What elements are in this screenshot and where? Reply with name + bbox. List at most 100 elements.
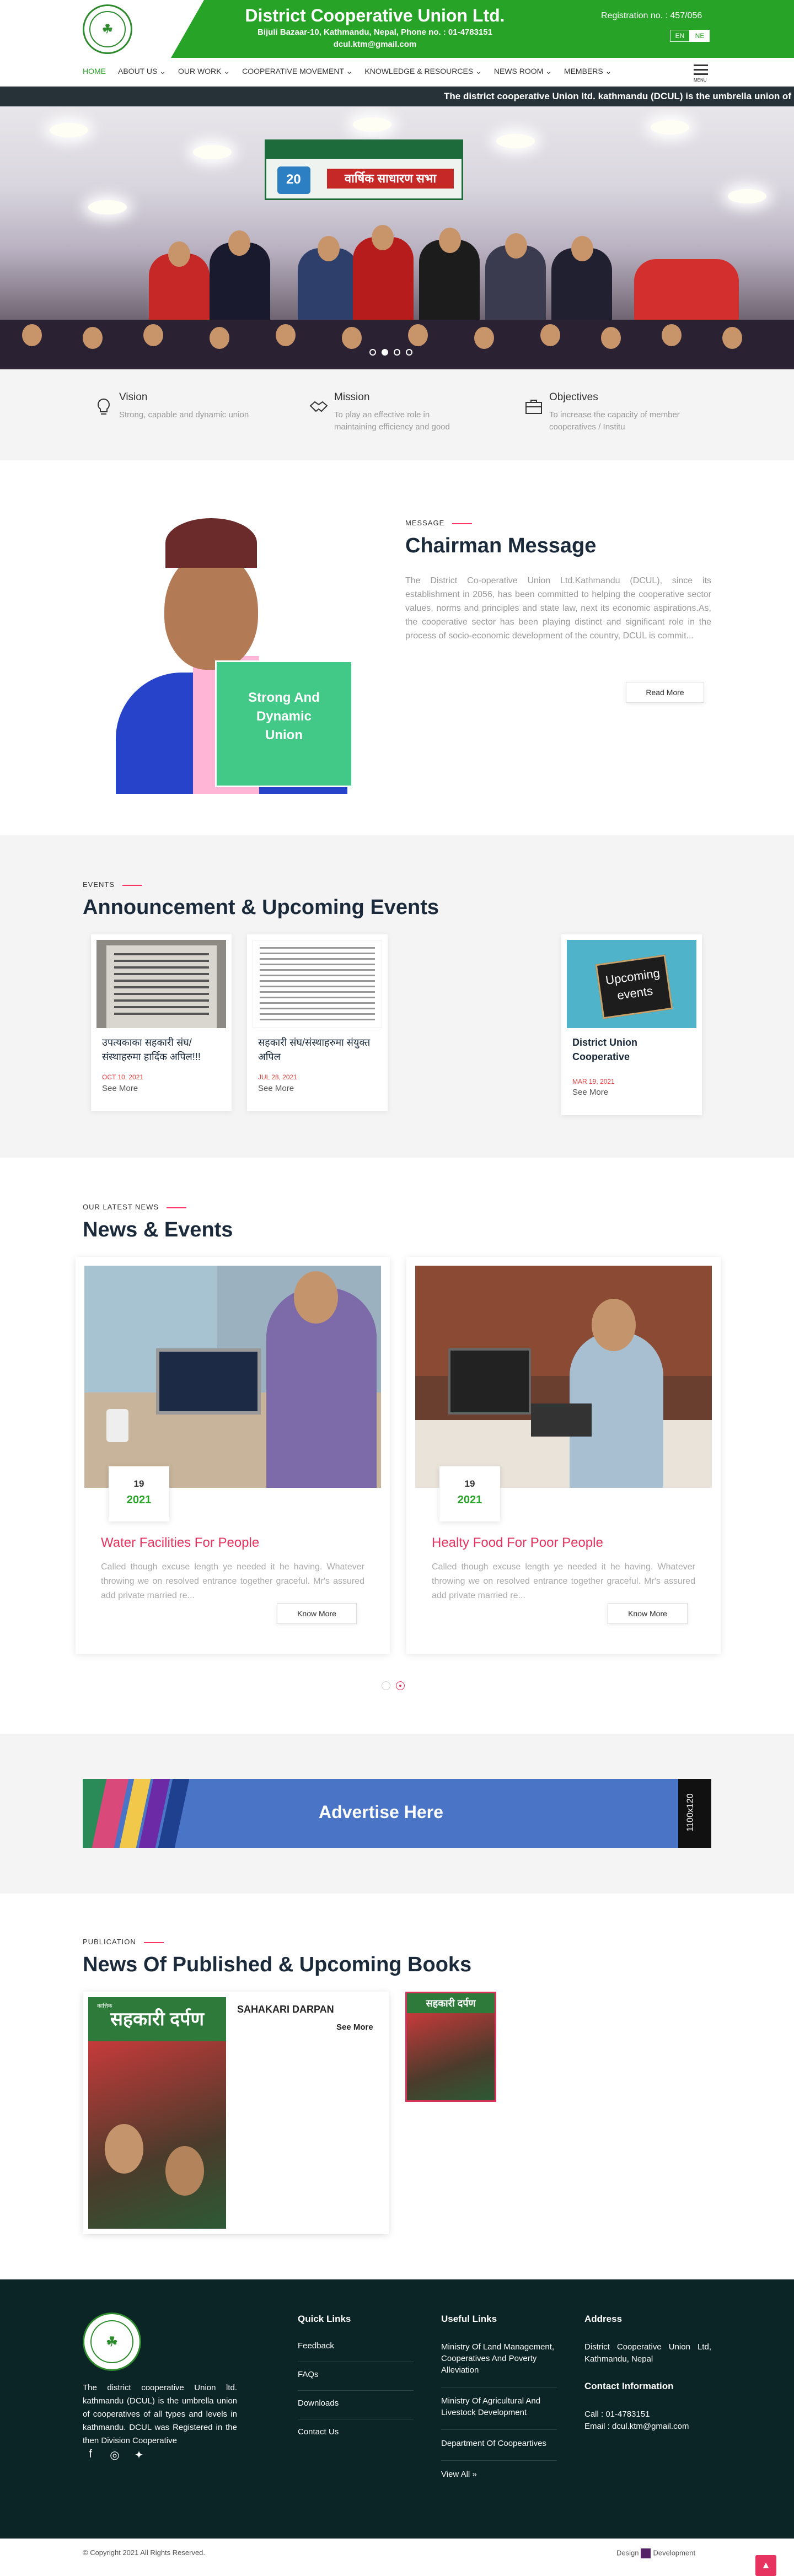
slider-dot-active[interactable] — [382, 349, 388, 356]
ceiling-light — [353, 117, 391, 132]
twitter-icon[interactable]: ✦ — [131, 2448, 147, 2464]
quick-links-title: Quick Links — [298, 2314, 351, 2324]
copyright-text: © Copyright 2021 All Rights Reserved. — [83, 2548, 206, 2557]
section-title: Chairman Message — [405, 534, 597, 557]
chairman-photo: Strong And Dynamic Union — [83, 518, 369, 794]
vision-title: Vision — [119, 391, 148, 403]
footer-link-ministry-agriculture[interactable]: Ministry Of Agricultural And Livestock D… — [441, 2395, 557, 2430]
news-card[interactable]: 19 2021 Water Facilities For People Calle… — [76, 1257, 390, 1654]
chairman-message-section: Strong And Dynamic Union MESSAGE Chairman … — [0, 460, 794, 835]
news-title[interactable]: Healty Food For Poor People — [432, 1535, 603, 1551]
see-more-link[interactable]: See More — [572, 1088, 608, 1097]
site-title: District Cooperative Union Ltd. — [245, 6, 505, 25]
nav-item-our-work[interactable]: OUR WORK ⌄ — [178, 67, 230, 76]
nav-item-members[interactable]: MEMBERS ⌄ — [564, 67, 611, 76]
ceiling-light — [496, 134, 535, 148]
site-address: Bijuli Bazaar-10, Kathmandu, Nepal, Phon… — [257, 28, 492, 37]
slider-dot[interactable] — [369, 349, 376, 356]
publication-name: SAHAKARI DARPAN — [237, 2004, 334, 2015]
slider-dots — [369, 349, 412, 356]
event-date: MAR 19, 2021 — [572, 1078, 615, 1085]
ceiling-light — [88, 200, 127, 214]
developer-logo-icon[interactable] — [641, 2548, 651, 2558]
chevron-down-icon: ⌄ — [223, 67, 230, 76]
news-excerpt: Called though excuse length ye needed it… — [101, 1562, 364, 1600]
instagram-icon[interactable]: ◎ — [107, 2448, 122, 2464]
news-date: 19 2021 — [109, 1466, 169, 1521]
social-links: f ◎ ✦ — [83, 2448, 147, 2464]
footer-link-department[interactable]: Department Of Coopeartives — [441, 2438, 557, 2461]
event-date: OCT 10, 2021 — [102, 1073, 144, 1081]
briefcase-icon — [525, 400, 542, 414]
objectives-title: Objectives — [549, 391, 598, 403]
publication-thumbnail[interactable]: सहकारी दर्पण — [405, 1992, 496, 2102]
publication-card[interactable]: सहकारी दर्पण कात्तिक SAHAKARI DARPAN See… — [83, 1992, 389, 2234]
view-all-link[interactable]: View All » — [441, 2469, 557, 2491]
event-title[interactable]: उपत्यकाका सहकारी संघ/संस्थाहरुमा हार्दिक… — [102, 1035, 223, 1064]
lang-en-button[interactable]: EN — [670, 30, 690, 42]
news-title[interactable]: Water Facilities For People — [101, 1535, 259, 1551]
event-title[interactable]: सहकारी संघ/संस्थाहरुमा संयुक्त अपिल — [258, 1035, 379, 1064]
event-title[interactable]: District Union Cooperative — [572, 1035, 694, 1064]
news-card[interactable]: 19 2021 Healty Food For Poor People Calle… — [406, 1257, 721, 1654]
hamburger-menu-icon[interactable]: MENU — [694, 64, 708, 83]
scroll-to-top-button[interactable]: ▲ — [755, 2555, 776, 2576]
ticker-text[interactable]: The district cooperative Union ltd. kath… — [444, 91, 794, 102]
slider-dot[interactable] — [382, 1681, 390, 1690]
site-logo[interactable]: ☘ — [83, 4, 132, 54]
copyright-bar: © Copyright 2021 All Rights Reserved. De… — [0, 2539, 794, 2576]
footer-link-feedback[interactable]: Feedback — [298, 2341, 414, 2362]
handshake-icon — [309, 401, 328, 412]
address-title: Address — [584, 2314, 623, 2324]
nav-item-news-room[interactable]: NEWS ROOM ⌄ — [494, 67, 552, 76]
see-more-link[interactable]: See More — [102, 1084, 138, 1093]
slider-dot-active[interactable] — [396, 1681, 405, 1690]
chevron-down-icon: ⌄ — [605, 67, 612, 76]
event-image — [253, 940, 382, 1028]
event-card[interactable]: Upcoming events District Union Cooperativ… — [561, 934, 702, 1115]
footer-link-downloads[interactable]: Downloads — [298, 2398, 414, 2419]
ceiling-light — [651, 120, 689, 135]
see-more-link[interactable]: See More — [258, 1084, 294, 1093]
mission-text: To play an effective role in maintaining… — [334, 410, 450, 432]
site-header: ☘ District Cooperative Union Ltd. Bijuli… — [0, 0, 794, 58]
read-more-button[interactable]: Read More — [626, 682, 704, 703]
main-navigation: HOME ABOUT US ⌄ OUR WORK ⌄ COOPERATIVE M… — [0, 58, 794, 87]
footer-link-faqs[interactable]: FAQs — [298, 2370, 414, 2391]
footer-link-ministry-land[interactable]: Ministry Of Land Management, Cooperative… — [441, 2341, 557, 2387]
footer-link-contact[interactable]: Contact Us — [298, 2427, 414, 2448]
registration-number: Registration no. : 457/056 — [601, 11, 702, 20]
event-card[interactable]: सहकारी संघ/संस्थाहरुमा संयुक्त अपिल JUL … — [247, 934, 388, 1111]
nav-item-home[interactable]: HOME — [83, 67, 106, 76]
ceiling-light — [193, 145, 232, 159]
know-more-button[interactable]: Know More — [277, 1603, 357, 1624]
advertisement-banner[interactable]: Advertise Here 1100x120 — [83, 1779, 711, 1848]
vision-mission-objectives: Vision Strong, capable and dynamic union… — [0, 369, 794, 460]
slider-dot[interactable] — [394, 349, 400, 356]
section-tag: PUBLICATION — [83, 1938, 164, 1946]
footer-email[interactable]: Email : dcul.ktm@gmail.com — [584, 2421, 711, 2433]
site-footer: ☘ The district cooperative Union ltd. ka… — [0, 2279, 794, 2539]
site-email[interactable]: dcul.ktm@gmail.com — [221, 40, 529, 49]
logo-emblem: ☘ — [89, 11, 126, 47]
see-more-link[interactable]: See More — [336, 2023, 373, 2032]
ceiling-light — [728, 189, 766, 203]
nav-item-cooperative-movement[interactable]: COOPERATIVE MOVEMENT ⌄ — [242, 67, 352, 76]
facebook-icon[interactable]: f — [83, 2448, 98, 2464]
section-tag: MESSAGE — [405, 519, 472, 527]
news-image — [84, 1266, 381, 1488]
lang-ne-button[interactable]: NE — [690, 30, 710, 42]
advertisement-section: Advertise Here 1100x120 — [0, 1734, 794, 1894]
chevron-down-icon: ⌄ — [545, 67, 552, 76]
publication-section: PUBLICATION News Of Published & Upcoming… — [0, 1894, 794, 2279]
footer-phone[interactable]: Call : 01-4783151 — [584, 2408, 711, 2421]
nav-item-knowledge-resources[interactable]: KNOWLEDGE & RESOURCES ⌄ — [364, 67, 481, 76]
section-tag: OUR LATEST NEWS — [83, 1203, 186, 1211]
chevron-down-icon: ⌄ — [159, 67, 166, 76]
event-card[interactable]: उपत्यकाका सहकारी संघ/संस्थाहरुमा हार्दिक… — [91, 934, 232, 1111]
footer-logo[interactable]: ☘ — [83, 2313, 141, 2371]
lightbulb-icon — [98, 398, 110, 415]
nav-item-about-us[interactable]: ABOUT US ⌄ — [118, 67, 166, 76]
know-more-button[interactable]: Know More — [608, 1603, 688, 1624]
slider-dot[interactable] — [406, 349, 412, 356]
